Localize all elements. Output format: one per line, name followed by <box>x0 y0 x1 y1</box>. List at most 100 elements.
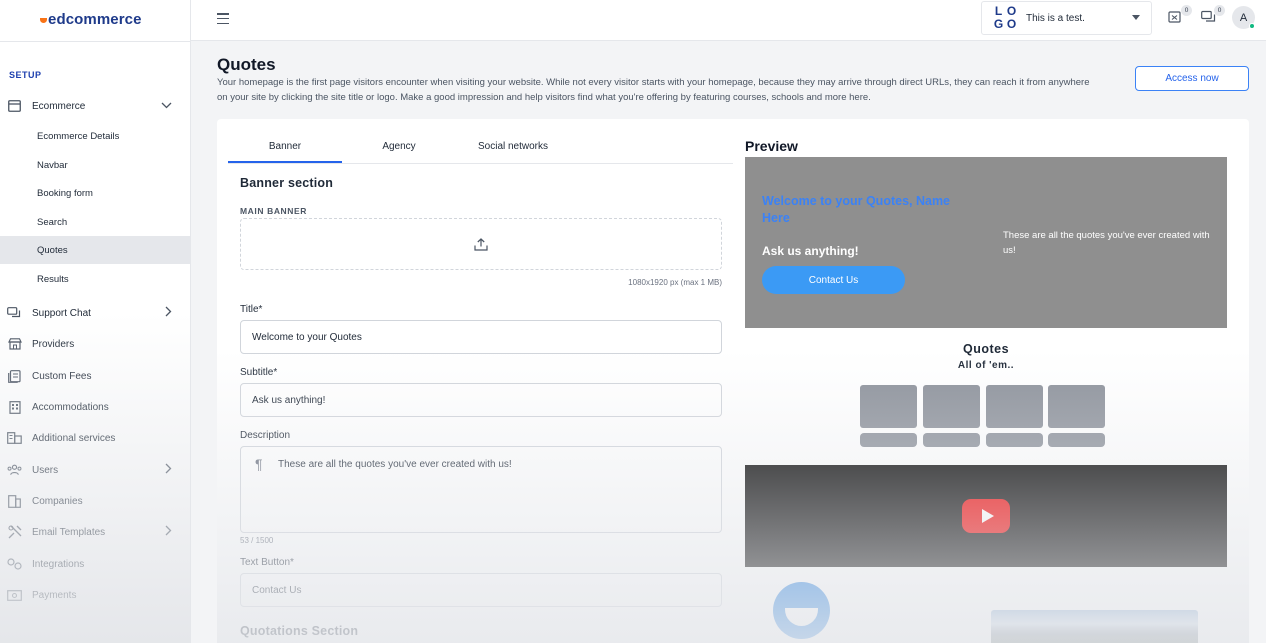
title-input[interactable]: Welcome to your Quotes <box>240 320 722 354</box>
text-button-input[interactable]: Contact Us <box>240 573 722 607</box>
quotations-section-heading: Quotations Section <box>240 624 359 638</box>
sidebar-item-accommodations[interactable]: Accommodations <box>0 393 190 421</box>
companies-icon <box>7 494 22 509</box>
sidebar-item-providers[interactable]: Providers <box>0 330 190 358</box>
brand-mark-icon <box>40 17 47 23</box>
subtitle-field-label: Subtitle* <box>240 367 278 378</box>
chevron-right-icon[interactable] <box>165 525 172 539</box>
user-avatar[interactable]: A <box>1232 6 1255 29</box>
users-icon <box>7 463 22 478</box>
preview-quotes-subtitle: All of 'em.. <box>957 360 1015 371</box>
site-name: This is a test. <box>1026 12 1085 24</box>
sidebar-item-label: Ecommerce <box>32 100 86 112</box>
receipt-icon <box>7 369 22 384</box>
sidebar-item-label: Email Templates <box>32 526 106 538</box>
brand-name: edcommerce <box>48 11 142 28</box>
chevron-right-icon[interactable] <box>165 463 172 477</box>
sidebar-item-ecommerce[interactable]: Ecommerce <box>0 92 190 120</box>
banner-size-hint: 1080x1920 px (max 1 MB) <box>628 278 722 287</box>
tab-banner[interactable]: Banner <box>228 133 342 163</box>
building-icon <box>7 400 22 415</box>
brand-logo[interactable]: edcommerce <box>40 11 142 28</box>
menu-icon[interactable] <box>217 13 229 24</box>
youtube-play-icon[interactable] <box>962 499 1010 533</box>
preview-hero-subtitle: Ask us anything! <box>762 244 859 258</box>
chevron-down-icon[interactable] <box>161 100 172 112</box>
ecommerce-icon <box>7 99 22 114</box>
site-logo: L O G O <box>992 5 1018 31</box>
site-logo-letter: G <box>993 17 1004 31</box>
sidebar-item-label: Integrations <box>32 558 85 570</box>
sidebar-subitem-ecommerce-details[interactable]: Ecommerce Details <box>0 122 190 150</box>
sidebar: edcommerce SETUP Ecommerce Ecommerce Det… <box>0 0 191 643</box>
sidebar-subitem-quotes[interactable]: Quotes <box>0 236 190 264</box>
banner-section-heading: Banner section <box>240 176 334 190</box>
notifications-button[interactable]: 0 <box>1168 5 1192 24</box>
preview-quote-label <box>860 433 917 447</box>
messages-button[interactable]: 0 <box>1201 5 1225 24</box>
sidebar-item-custom-fees[interactable]: Custom Fees <box>0 362 190 390</box>
sidebar-subitem-search[interactable]: Search <box>0 208 190 236</box>
paragraph-icon: ¶ <box>255 456 263 472</box>
upload-icon <box>474 237 488 251</box>
top-bar: L O G O This is a test. 0 0 A <box>191 0 1266 41</box>
sidebar-item-companies[interactable]: Companies <box>0 487 190 515</box>
sidebar-item-label: Custom Fees <box>32 370 92 382</box>
sidebar-item-integrations[interactable]: Integrations <box>0 550 190 578</box>
site-logo-letter: O <box>1006 17 1017 31</box>
description-field-label: Description <box>240 430 291 441</box>
preview-quote-card <box>986 385 1043 428</box>
description-value: These are all the quotes you've ever cre… <box>278 459 512 470</box>
sidebar-section-label: SETUP <box>9 70 42 80</box>
text-button-field-label: Text Button* <box>240 557 294 568</box>
sidebar-divider <box>0 41 190 42</box>
chat-icon <box>7 306 22 321</box>
tab-bar: Banner Agency Social networks <box>228 133 733 164</box>
preview-hero-description: These are all the quotes you've ever cre… <box>1003 230 1210 256</box>
sidebar-item-label: Accommodations <box>32 401 109 413</box>
preview-quote-card <box>923 385 980 428</box>
preview-quote-card <box>1048 385 1105 428</box>
tab-social-networks[interactable]: Social networks <box>456 133 570 163</box>
tab-agency[interactable]: Agency <box>342 133 456 163</box>
messages-badge: 0 <box>1214 5 1225 16</box>
sidebar-subitem-navbar[interactable]: Navbar <box>0 151 190 179</box>
banner-upload-dropzone[interactable] <box>240 218 722 270</box>
subtitle-input[interactable]: Ask us anything! <box>240 383 722 417</box>
payments-icon <box>7 588 22 603</box>
page-title: Quotes <box>217 55 276 74</box>
site-selector[interactable]: L O G O This is a test. <box>981 1 1152 35</box>
preview-quotes-title: Quotes <box>962 342 1010 356</box>
sidebar-item-users[interactable]: Users <box>0 456 190 484</box>
preview-heading: Preview <box>745 138 798 154</box>
preview-quote-label <box>986 433 1043 447</box>
online-status-icon <box>1249 23 1255 29</box>
sidebar-item-label: Users <box>32 464 59 476</box>
sidebar-item-support-chat[interactable]: Support Chat <box>0 299 190 327</box>
sidebar-item-payments[interactable]: Payments <box>0 581 190 609</box>
access-now-button[interactable]: Access now <box>1135 66 1249 91</box>
store-icon <box>7 337 22 352</box>
notification-box-icon <box>1168 11 1181 23</box>
avatar-initial: A <box>1239 11 1248 24</box>
chevron-right-icon[interactable] <box>165 306 172 320</box>
sidebar-item-email-templates[interactable]: Email Templates <box>0 518 190 546</box>
preview-quote-card <box>860 385 917 428</box>
preview-contact-button[interactable]: Contact Us <box>762 266 905 294</box>
description-textarea[interactable]: ¶ These are all the quotes you've ever c… <box>240 446 722 533</box>
sidebar-subitem-results[interactable]: Results <box>0 265 190 293</box>
page-description: Your homepage is the first page visitors… <box>217 77 1090 103</box>
preview-landscape-image <box>991 610 1198 643</box>
caret-down-icon <box>1132 15 1140 20</box>
sidebar-subitem-booking-form[interactable]: Booking form <box>0 179 190 207</box>
services-icon <box>7 431 22 446</box>
preview-quote-label <box>1048 433 1105 447</box>
preview-video-player[interactable] <box>745 465 1227 567</box>
sidebar-item-label: Payments <box>32 589 77 601</box>
integrations-icon <box>7 557 22 572</box>
preview-hero-title: Welcome to your Quotes, Name Here <box>762 194 951 225</box>
email-template-icon <box>7 525 22 540</box>
main-banner-label: MAIN BANNER <box>240 206 308 216</box>
title-field-label: Title* <box>240 304 263 315</box>
sidebar-item-additional-services[interactable]: Additional services <box>0 424 190 452</box>
